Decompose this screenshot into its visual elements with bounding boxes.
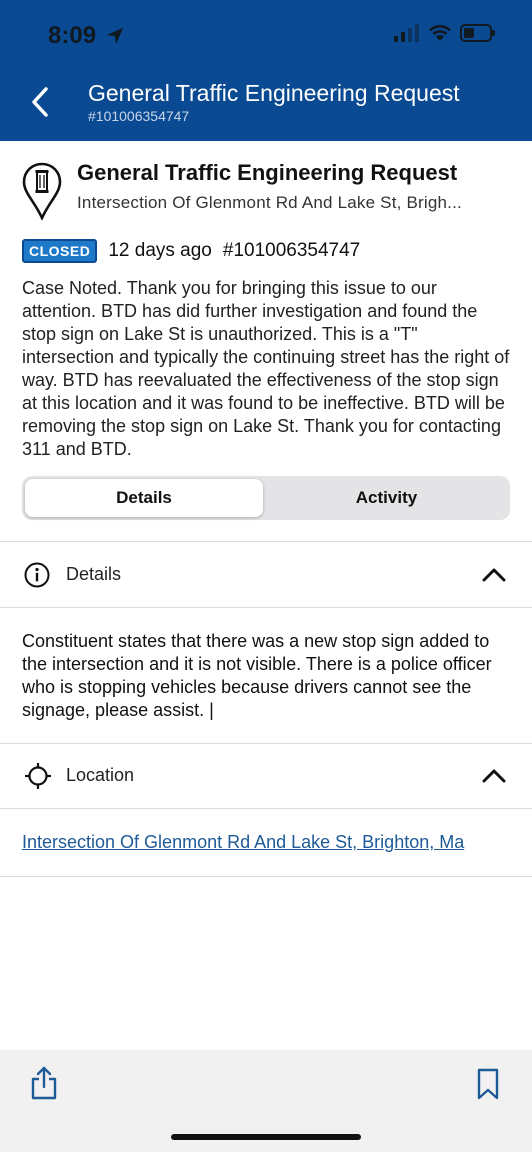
case-meta: CLOSED 12 days ago #101006354747 xyxy=(22,237,360,265)
info-icon xyxy=(24,562,50,588)
location-arrow-icon xyxy=(106,27,124,45)
status-badge: CLOSED xyxy=(22,239,98,263)
status-icons xyxy=(394,24,496,42)
case-title: General Traffic Engineering Request xyxy=(77,160,458,185)
chevron-left-icon xyxy=(32,87,48,117)
case-age: 12 days ago xyxy=(108,240,212,261)
home-indicator[interactable] xyxy=(171,1134,361,1140)
case-id: #101006354747 xyxy=(222,240,361,261)
details-section-label: Details xyxy=(66,564,122,584)
battery-icon xyxy=(460,24,495,42)
closure-note: Case Noted. Thank you for bringing this … xyxy=(22,278,510,459)
tab-details[interactable]: Details xyxy=(25,479,263,517)
status-time: 8:09 xyxy=(48,22,97,49)
nav-bar: General Traffic Engineering Request #101… xyxy=(0,72,532,132)
status-bar: 8:09 xyxy=(0,0,532,70)
app-header: 8:09 General Traffic Engineering Request… xyxy=(0,0,532,141)
map-pin-tower-icon xyxy=(22,162,62,220)
case-address: Intersection Of Glenmont Rd And Lake St,… xyxy=(77,193,462,212)
wifi-icon xyxy=(429,25,451,41)
location-section-label: Location xyxy=(66,765,135,785)
divider xyxy=(0,541,532,542)
divider xyxy=(0,808,532,809)
cellular-signal-icon xyxy=(394,24,419,42)
bottom-toolbar xyxy=(0,1050,532,1152)
crosshair-icon xyxy=(25,763,51,789)
details-description: Constituent states that there was a new … xyxy=(22,631,492,720)
nav-title: General Traffic Engineering Request xyxy=(88,80,460,106)
divider xyxy=(0,876,532,877)
divider xyxy=(0,607,532,608)
chevron-up-icon[interactable] xyxy=(482,766,506,784)
nav-case-id: #101006354747 xyxy=(88,108,190,124)
case-header: General Traffic Engineering Request Inte… xyxy=(22,160,512,220)
location-section-header[interactable]: Location xyxy=(0,744,532,808)
chevron-up-icon[interactable] xyxy=(482,565,506,583)
share-icon[interactable] xyxy=(30,1066,58,1100)
back-button[interactable] xyxy=(22,84,58,120)
bookmark-icon[interactable] xyxy=(476,1068,500,1100)
tab-activity[interactable]: Activity xyxy=(266,479,507,517)
details-section-header[interactable]: Details xyxy=(0,543,532,607)
segmented-control: Details Activity xyxy=(22,476,510,520)
location-link[interactable]: Intersection Of Glenmont Rd And Lake St,… xyxy=(22,832,508,853)
